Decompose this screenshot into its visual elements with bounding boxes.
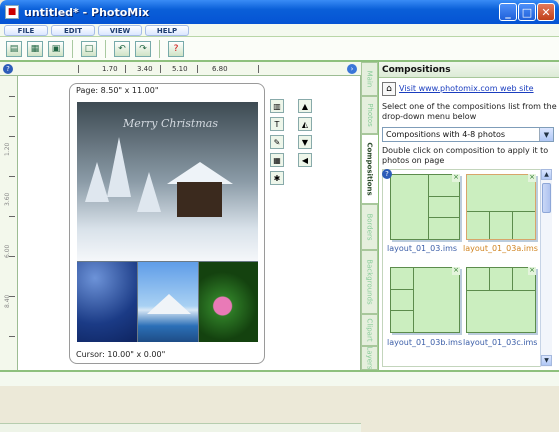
scroll-up-button[interactable]: ▲ [541,169,552,180]
close-icon[interactable]: × [452,267,460,275]
vertical-scrollbar[interactable]: ▲ ▼ [540,169,552,367]
minimize-button[interactable]: _ [499,3,517,21]
composition-thumb[interactable]: × [466,267,536,333]
hint-text: Double click on composition to apply it … [382,146,549,165]
tab-layers[interactable]: Layers [361,346,378,370]
photo-composition[interactable]: Merry Christmas [77,102,258,342]
align-middle-icon[interactable]: ◭ [298,117,312,131]
instruction-text: Select one of the compositions list from… [382,102,557,121]
menu-help[interactable]: HELP [145,25,189,36]
scroll-down-button[interactable]: ▼ [541,355,552,366]
panel-title: Compositions [379,62,559,78]
toolbar-separator [105,39,106,58]
title-bar: ■ untitled* - PhotoMix _ □ ✕ [0,0,559,24]
ruler-label: 3.40 [137,65,153,73]
composition-thumb-selected[interactable]: × [466,174,536,240]
tab-borders[interactable]: Borders [361,204,378,250]
thumb-label[interactable]: layout_01_03a.ims [463,244,538,253]
page[interactable]: Page: 8.50" x 11.00" Merry Christmas Cur… [69,83,265,364]
panel-tabs: Main Photos Compositions Borders Backgro… [361,62,378,370]
align-bottom-icon[interactable]: ▼ [298,135,312,149]
horizontal-scrollbar[interactable] [0,423,361,432]
tab-backgrounds[interactable]: Backgrounds [361,250,378,314]
close-icon[interactable]: × [528,174,536,182]
home-icon[interactable]: ⌂ [382,82,396,96]
help-icon[interactable]: ? [168,40,184,57]
effects-icon[interactable]: ✱ [270,171,284,185]
close-icon[interactable]: × [452,174,460,182]
composition-thumb[interactable]: × [390,267,460,333]
menu-file[interactable]: FILE [4,25,48,36]
thumb-label[interactable]: layout_01_03b.ims [387,338,462,347]
cursor-position: Cursor: 10.00" x 0.00" [76,350,166,359]
undo-icon[interactable]: ↶ [114,40,130,57]
compositions-dropdown[interactable]: Compositions with 4-8 photos ▼ [382,127,554,142]
tab-photos[interactable]: Photos [361,96,378,134]
text-icon[interactable]: T [270,117,284,131]
ruler-label: 6.80 [212,65,228,73]
compositions-gallery[interactable]: × layout_01_03.ims × layout_01_03a.ims ×… [382,169,552,367]
ruler-label: 3.60 [4,192,11,206]
thumb-label[interactable]: layout_01_03c.ims [463,338,537,347]
expand-icon[interactable]: › [347,64,357,74]
vertical-ruler: 1.20 3.60 6.00 8.40 [0,76,18,370]
ruler-label: 1.20 [4,142,11,156]
toolbar-separator [159,39,160,58]
toolbar-separator [72,39,73,58]
flowers-photo[interactable] [199,262,258,342]
menu-view[interactable]: VIEW [98,25,142,36]
page-size-label: Page: 8.50" x 11.00" [76,86,159,95]
toolbar: ▤ ▦ ▣ □ ↶ ↷ ? [0,37,559,62]
tree-photo[interactable] [77,262,137,342]
tab-compositions[interactable]: Compositions [361,134,378,204]
composition-thumb[interactable]: × [390,174,460,240]
photo-caption: Merry Christmas [123,117,218,130]
app-icon: ■ [5,5,19,19]
tab-clipart[interactable]: Clipart [361,314,378,346]
winter-photo[interactable]: Merry Christmas [77,102,258,261]
window-title: untitled* - PhotoMix [24,5,150,19]
canvas-area[interactable]: ? 1.70 3.40 5.10 6.80 › 1.20 3.60 6.00 8… [0,62,361,432]
new-icon[interactable]: ▤ [6,40,22,57]
tab-main[interactable]: Main [361,62,378,96]
menu-edit[interactable]: EDIT [51,25,95,36]
help-icon[interactable]: ? [382,169,392,179]
frame-icon[interactable]: □ [81,40,97,57]
scroll-thumb[interactable] [542,183,551,213]
help-icon[interactable]: ? [3,64,13,74]
color-icon[interactable]: ▦ [270,153,284,167]
menu-bar: FILE EDIT VIEW HELP [0,24,559,37]
open-icon[interactable]: ▦ [27,40,43,57]
brush-icon[interactable]: ✎ [270,135,284,149]
thumb-label[interactable]: layout_01_03.ims [387,244,457,253]
ruler-label: 5.10 [172,65,188,73]
chevron-down-icon[interactable]: ▼ [539,128,553,141]
save-icon[interactable]: ▣ [48,40,64,57]
maximize-button[interactable]: □ [518,3,536,21]
status-bar [0,370,559,386]
close-button[interactable]: ✕ [537,3,555,21]
redo-icon[interactable]: ↷ [135,40,151,57]
image-icon[interactable]: ▥ [270,99,284,113]
align-left-icon[interactable]: ◀ [298,153,312,167]
ruler-label: 8.40 [4,294,11,308]
website-link[interactable]: Visit www.photomix.com web site [399,84,534,93]
compositions-panel: Compositions ⌂ Visit www.photomix.com we… [378,62,559,370]
ruler-label: 1.70 [102,65,118,73]
align-top-icon[interactable]: ▲ [298,99,312,113]
close-icon[interactable]: × [528,267,536,275]
horizontal-ruler: ? 1.70 3.40 5.10 6.80 › [0,62,361,76]
dropdown-value: Compositions with 4-8 photos [386,130,506,139]
